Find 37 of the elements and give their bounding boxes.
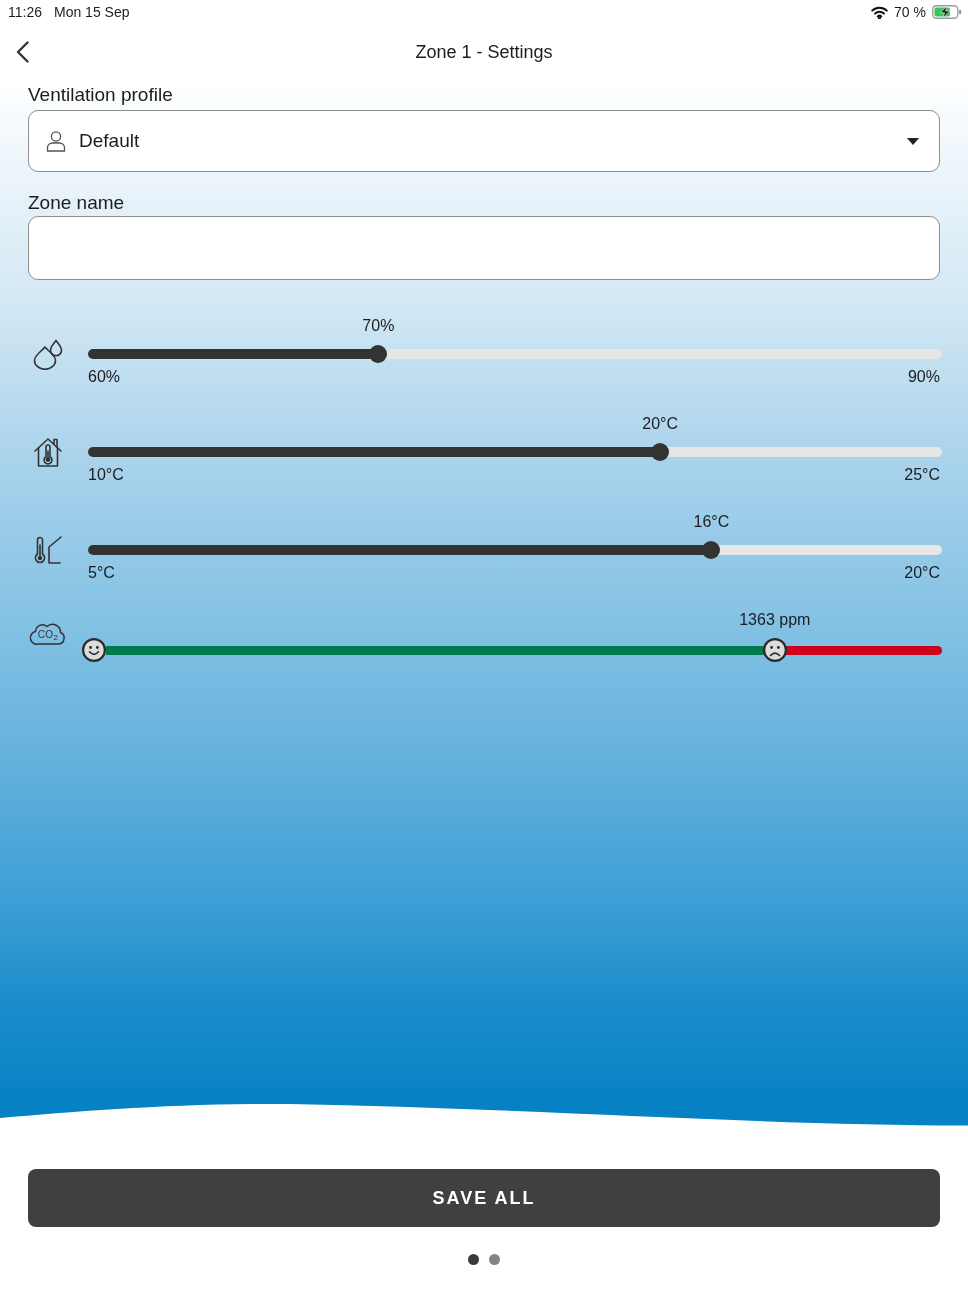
slider-min-label: 60% — [88, 367, 121, 387]
water-drops-icon — [32, 338, 64, 370]
zone-name-input[interactable] — [28, 216, 940, 280]
wifi-icon — [871, 5, 889, 19]
slider-track[interactable] — [88, 443, 942, 461]
slider-thumb[interactable] — [651, 443, 670, 461]
slider-track[interactable] — [88, 541, 942, 559]
slider-min-label: 5°C — [88, 563, 115, 583]
sad-face-icon[interactable] — [762, 638, 787, 662]
status-date: Mon 15 Sep — [54, 4, 130, 20]
slider-track[interactable] — [88, 345, 942, 363]
slider-value: 20°C — [642, 414, 679, 434]
slider-thumb[interactable] — [702, 541, 721, 559]
house-thermometer-icon — [32, 436, 64, 468]
smiley-face-icon — [82, 638, 106, 662]
slider-value: 1363 ppm — [739, 610, 811, 630]
field-label: Ventilation profile — [28, 84, 173, 106]
slider-value: 16°C — [693, 512, 730, 532]
slider-max-label: 20°C — [904, 563, 940, 583]
slider-value: 70% — [362, 316, 395, 336]
battery-charging-icon — [932, 5, 962, 19]
battery-percentage: 70 % — [894, 4, 926, 20]
field-label: Zone name — [28, 192, 125, 214]
person-icon — [45, 130, 67, 152]
chevron-left-icon — [15, 41, 29, 63]
status-time: 11:26 — [8, 4, 42, 20]
caret-down-icon — [907, 137, 919, 145]
slider-thumb[interactable] — [369, 345, 388, 363]
slider-min-label: 10°C — [88, 465, 124, 485]
page-title: Zone 1 - Settings — [415, 41, 553, 63]
slider-max-label: 90% — [907, 367, 940, 387]
page-indicator-dot[interactable] — [489, 1254, 500, 1265]
save-button[interactable]: SAVE ALL — [28, 1169, 940, 1227]
thermometer-icon — [32, 534, 64, 566]
page-indicator-dot[interactable] — [468, 1254, 479, 1265]
profile-dropdown[interactable]: Default — [28, 110, 940, 172]
slider-max-label: 25°C — [904, 465, 940, 485]
